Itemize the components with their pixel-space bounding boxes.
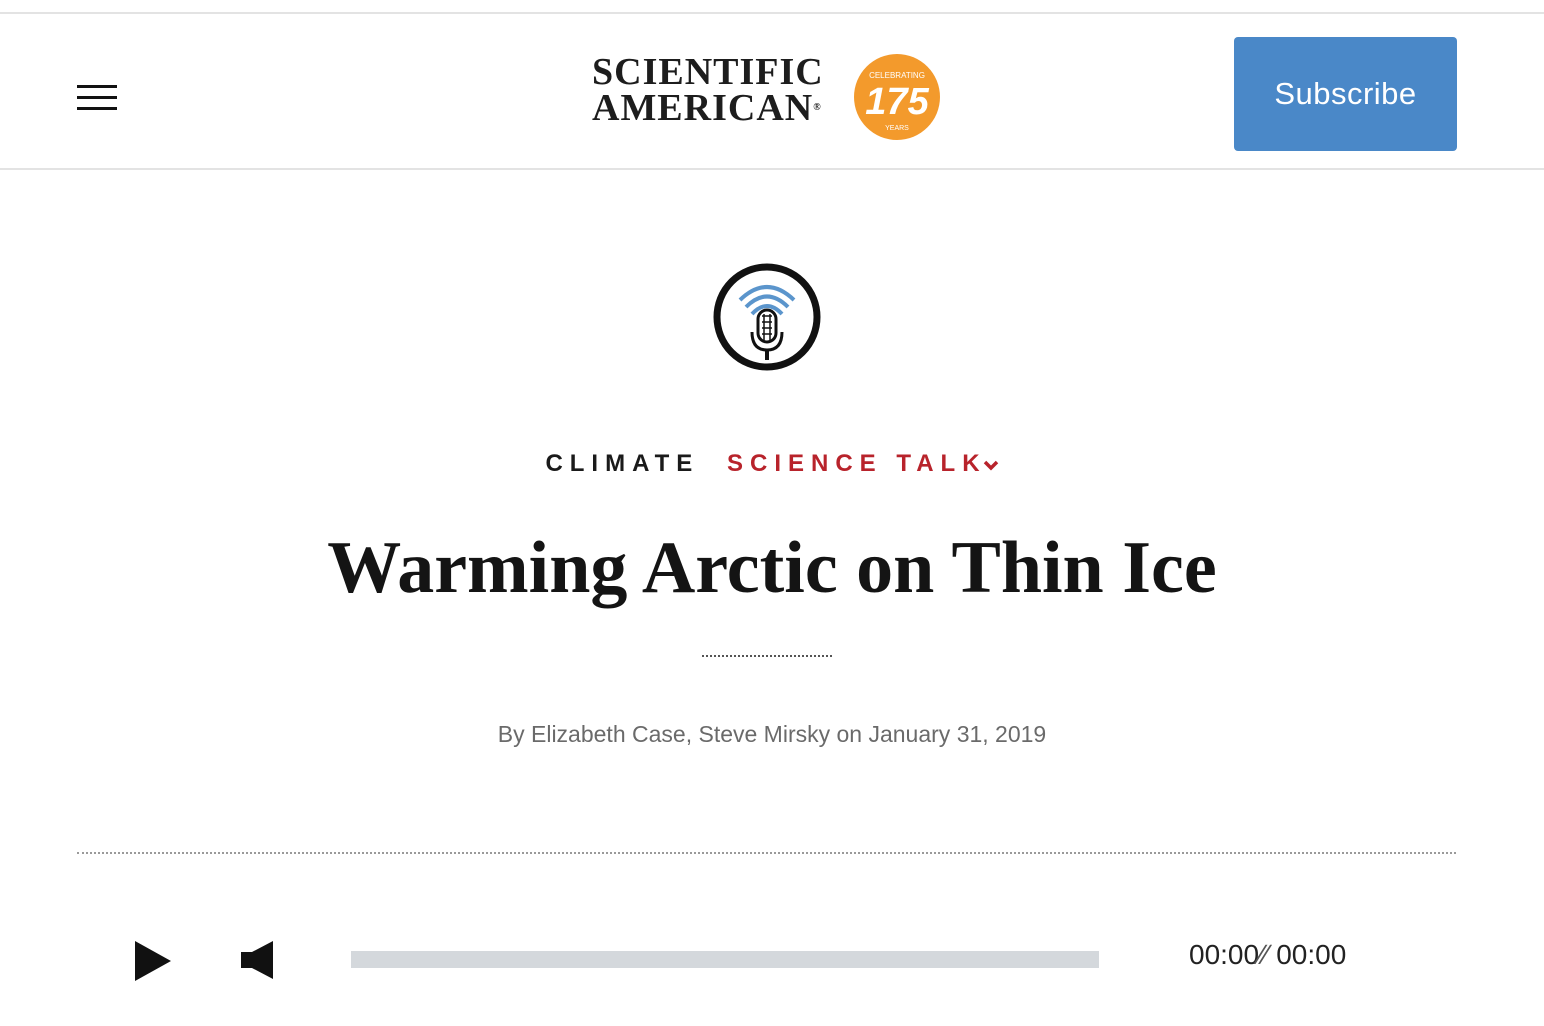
time-separator: ∕∕	[1259, 939, 1269, 970]
site-header: SCIENTIFIC AMERICAN® CELEBRATING 175 YEA…	[0, 14, 1544, 170]
badge-top-text: CELEBRATING	[869, 71, 925, 80]
logo-wordmark: SCIENTIFIC AMERICAN®	[592, 51, 824, 129]
title-divider	[702, 655, 832, 657]
audio-time-display: 00:00∕∕ 00:00	[1189, 938, 1346, 972]
chevron-down-icon	[983, 460, 998, 471]
volume-mute-icon[interactable]	[240, 940, 274, 980]
duration-time: 00:00	[1276, 939, 1347, 970]
series-label: SCIENCE TALK	[726, 450, 987, 477]
podcast-microphone-icon	[713, 263, 821, 371]
anniversary-badge: CELEBRATING 175 YEARS	[854, 54, 940, 140]
category-label[interactable]: CLIMATE	[545, 450, 699, 477]
hamburger-menu-icon[interactable]	[77, 85, 117, 111]
badge-number: 175	[865, 81, 929, 123]
logo-line-2: AMERICAN	[592, 87, 814, 129]
audio-progress-bar[interactable]	[351, 951, 1099, 968]
logo-registered-mark: ®	[813, 102, 822, 113]
logo-line-1: SCIENTIFIC	[592, 51, 824, 93]
play-icon[interactable]	[134, 940, 172, 982]
series-dropdown[interactable]: SCIENCE TALK	[727, 450, 999, 477]
subscribe-button[interactable]: Subscribe	[1234, 37, 1457, 151]
article-kicker: CLIMATE SCIENCE TALK	[0, 449, 1544, 479]
audio-player: 00:00∕∕ 00:00	[0, 920, 1544, 1010]
section-divider	[77, 852, 1456, 854]
article-title: Warming Arctic on Thin Ice	[327, 527, 1217, 609]
current-time: 00:00	[1189, 939, 1260, 970]
badge-bottom-text: YEARS	[885, 125, 909, 132]
article-byline: By Elizabeth Case, Steve Mirsky on Janua…	[497, 721, 1047, 747]
site-logo[interactable]: SCIENTIFIC AMERICAN® CELEBRATING 175 YEA…	[592, 52, 944, 148]
